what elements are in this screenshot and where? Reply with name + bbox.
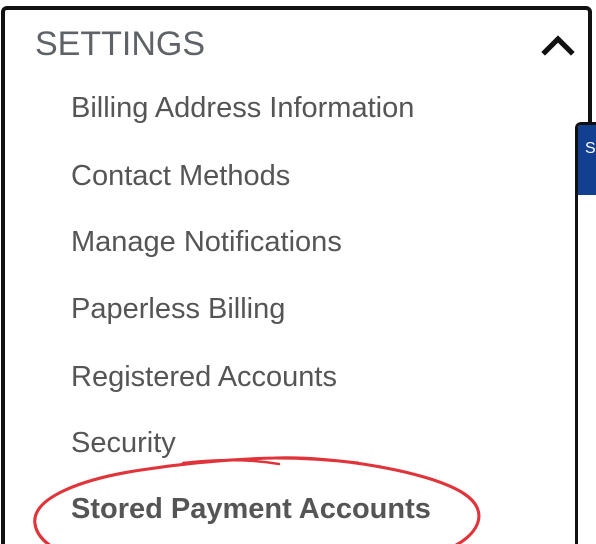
settings-title: SETTINGS [35,25,206,63]
chevron-up-icon [541,35,575,56]
settings-menu-item-contact-methods[interactable]: Contact Methods [71,158,290,194]
collapse-toggle-button[interactable] [538,28,578,64]
settings-menu-item-manage-notifications[interactable]: Manage Notifications [71,224,342,260]
settings-menu-item-stored-payment-accounts[interactable]: Stored Payment Accounts [71,491,431,527]
settings-header[interactable]: SETTINGS [30,20,582,70]
settings-menu-item-paperless-billing[interactable]: Paperless Billing [71,291,285,327]
overlay-window-titlebar[interactable]: S [578,125,596,195]
overlay-window-title-fragment: S [585,140,596,157]
overlay-window-body [578,195,596,544]
screenshot-stage: SETTINGS Billing Address Information Con… [0,0,596,544]
overlay-window[interactable]: S [575,122,596,544]
settings-menu-item-security[interactable]: Security [71,425,176,461]
settings-menu-item-registered-accounts[interactable]: Registered Accounts [71,359,337,395]
settings-menu-item-billing-address-information[interactable]: Billing Address Information [71,90,414,126]
settings-panel: SETTINGS [1,6,592,544]
